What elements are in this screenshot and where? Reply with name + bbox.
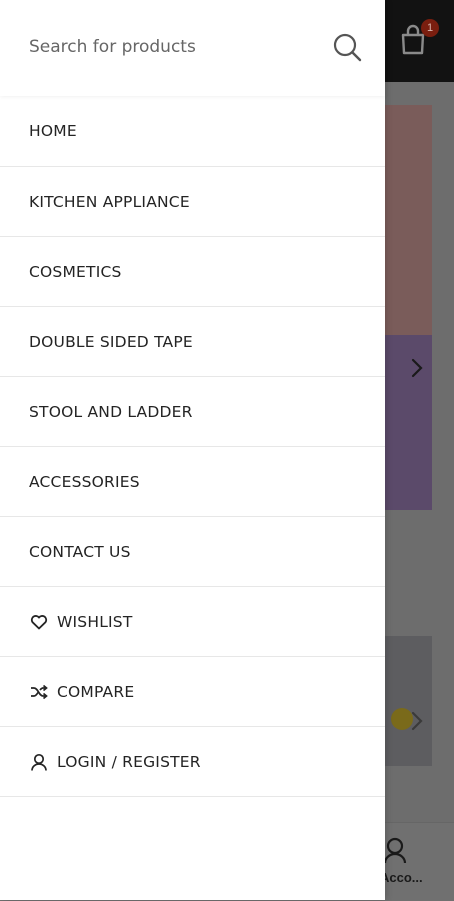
- menu-item-label: STOOL AND LADDER: [29, 402, 193, 421]
- menu-item-label: COMPARE: [57, 682, 135, 701]
- menu-item-label: LOGIN / REGISTER: [57, 752, 201, 771]
- menu-item-home[interactable]: HOME: [0, 96, 385, 167]
- mobile-nav-drawer: HOME KITCHEN APPLIANCE COSMETICS DOUBLE …: [0, 0, 385, 900]
- menu-item-label: DOUBLE SIDED TAPE: [29, 332, 193, 351]
- heart-icon: [29, 612, 49, 632]
- menu-item-wishlist[interactable]: WISHLIST: [0, 587, 385, 657]
- product-image: [385, 105, 432, 510]
- menu-item-label: COSMETICS: [29, 262, 122, 281]
- chevron-right-icon[interactable]: [408, 357, 426, 379]
- menu-item-contact-us[interactable]: CONTACT US: [0, 517, 385, 587]
- chevron-right-icon[interactable]: [408, 710, 426, 732]
- menu-item-label: HOME: [29, 122, 77, 140]
- account-label[interactable]: Acco...: [380, 870, 423, 885]
- menu-item-kitchen-appliance[interactable]: KITCHEN APPLIANCE: [0, 167, 385, 237]
- nav-menu: HOME KITCHEN APPLIANCE COSMETICS DOUBLE …: [0, 96, 385, 797]
- search-icon[interactable]: [330, 30, 364, 64]
- search-bar: [0, 0, 385, 96]
- menu-item-label: WISHLIST: [57, 612, 133, 631]
- menu-item-label: KITCHEN APPLIANCE: [29, 192, 190, 211]
- menu-item-accessories[interactable]: ACCESSORIES: [0, 447, 385, 517]
- menu-item-double-sided-tape[interactable]: DOUBLE SIDED TAPE: [0, 307, 385, 377]
- menu-item-label: ACCESSORIES: [29, 472, 140, 491]
- shuffle-icon: [29, 682, 49, 702]
- menu-item-cosmetics[interactable]: COSMETICS: [0, 237, 385, 307]
- cart-count-badge: 1: [421, 19, 439, 37]
- menu-item-login-register[interactable]: LOGIN / REGISTER: [0, 727, 385, 797]
- menu-item-stool-and-ladder[interactable]: STOOL AND LADDER: [0, 377, 385, 447]
- product-image: [385, 636, 432, 766]
- user-icon: [29, 752, 49, 772]
- menu-item-label: CONTACT US: [29, 542, 131, 561]
- menu-item-compare[interactable]: COMPARE: [0, 657, 385, 727]
- search-input[interactable]: [29, 30, 319, 64]
